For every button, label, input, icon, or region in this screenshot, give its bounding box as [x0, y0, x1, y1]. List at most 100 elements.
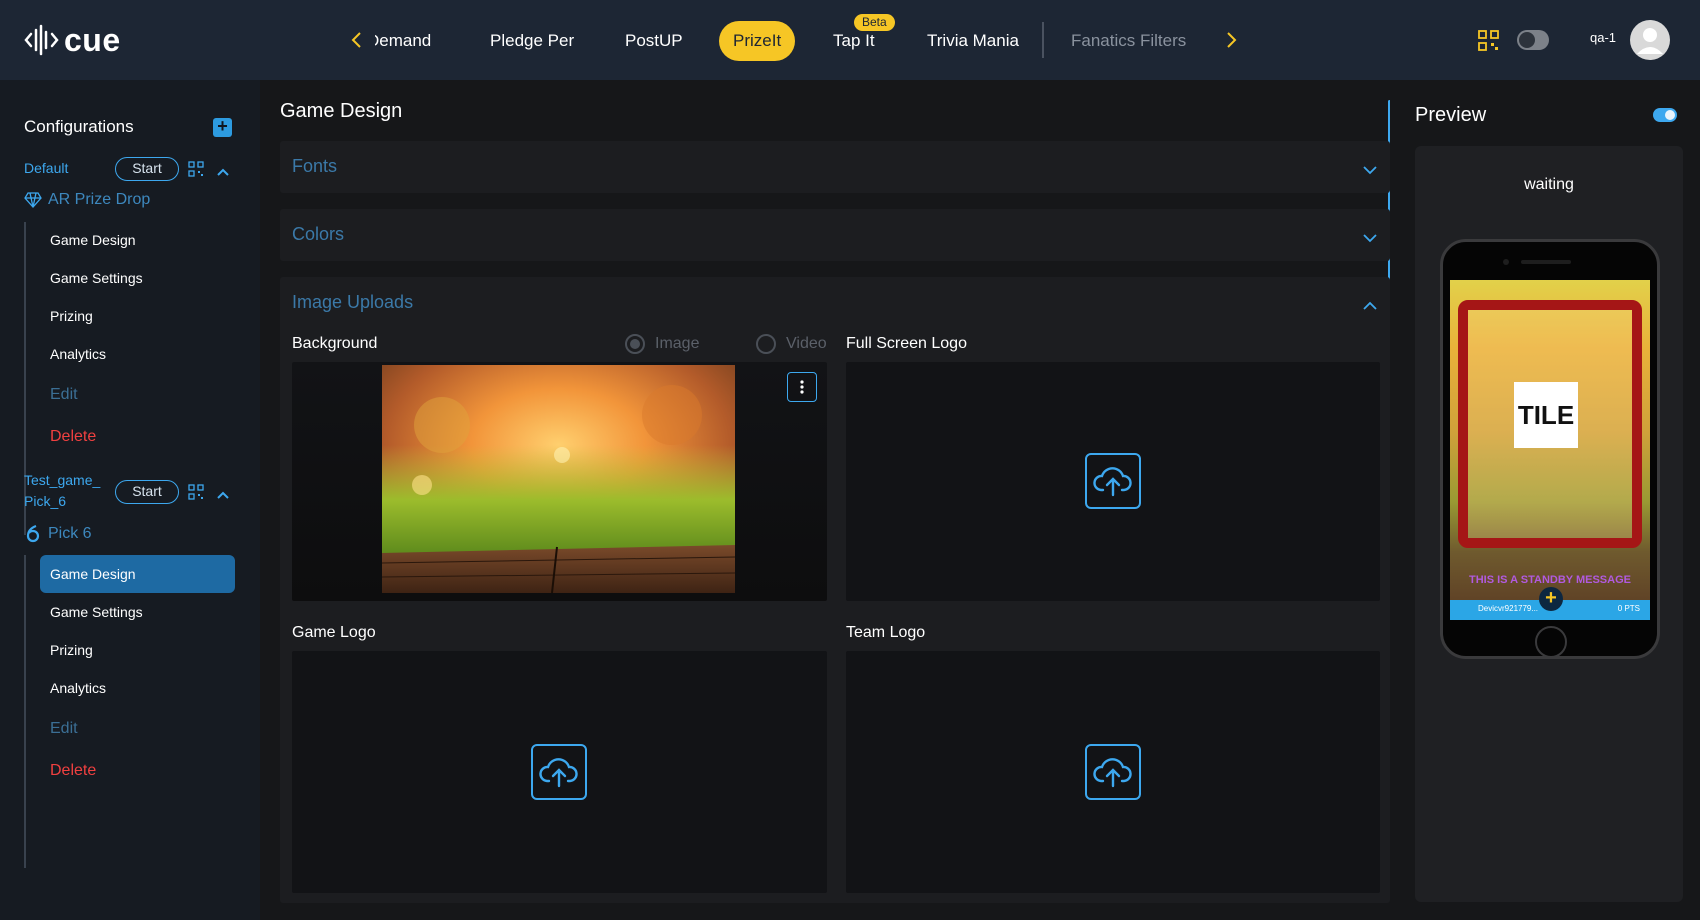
radio-dot: [756, 334, 776, 354]
configurations-sidebar: Configurations + Default Start AR Prize …: [0, 80, 260, 920]
tab-fanatics-filters[interactable]: Fanatics Filters: [1071, 21, 1186, 61]
radio-image[interactable]: Image: [625, 334, 699, 354]
chevron-left-icon: [351, 32, 361, 48]
more-vertical-icon: [800, 380, 804, 394]
menu-game-settings[interactable]: Game Settings: [40, 259, 235, 297]
config-name-line1: Test_game_: [24, 472, 101, 488]
top-navigation-bar: cue Demand Pledge Per PostUP PrizeIt Tap…: [0, 0, 1700, 80]
autumn-forest-image: [382, 365, 735, 593]
collapse-config-button[interactable]: [216, 164, 230, 182]
tab-pledge-per[interactable]: Pledge Per: [490, 21, 574, 61]
standby-message: THIS IS A STANDBY MESSAGE: [1469, 574, 1631, 586]
full-screen-logo-dropzone[interactable]: [846, 362, 1380, 601]
bar-points: 0 PTS: [1617, 604, 1640, 613]
game-logo-dropzone[interactable]: [292, 651, 827, 893]
nav-divider: [1042, 22, 1044, 58]
qr-code-icon: [188, 161, 204, 177]
phone-screen: TILE THIS IS A STANDBY MESSAGE Devicvr92…: [1450, 280, 1650, 620]
radio-label: Image: [655, 335, 700, 352]
menu-analytics[interactable]: Analytics: [40, 335, 235, 373]
chevron-up-icon: [217, 491, 229, 499]
qr-code-icon: [188, 484, 204, 500]
preview-toggle[interactable]: [1653, 108, 1677, 122]
config-qr-button[interactable]: [188, 161, 204, 182]
chevron-down-icon: [1362, 162, 1378, 180]
tree-line: [24, 555, 26, 868]
background-options-button[interactable]: [787, 372, 817, 402]
background-dropzone[interactable]: [292, 362, 827, 601]
upload-button[interactable]: [1085, 744, 1141, 800]
logo-text: cue: [64, 21, 121, 58]
avatar-icon: [1637, 28, 1663, 54]
qr-code-icon: [1478, 30, 1499, 51]
gem-icon: [24, 192, 42, 208]
tab-postup[interactable]: PostUP: [625, 21, 683, 61]
menu-edit[interactable]: Edit: [40, 710, 235, 748]
collapse-section-button[interactable]: [1362, 298, 1378, 316]
menu-edit[interactable]: Edit: [40, 376, 235, 414]
config-name-default[interactable]: Default: [24, 158, 68, 179]
section-fonts[interactable]: Fonts: [280, 141, 1390, 193]
radio-dot: [625, 334, 645, 354]
preview-panel: Preview waiting TILE THIS IS A STANDBY M…: [1390, 80, 1700, 920]
menu-prizing[interactable]: Prizing: [40, 297, 235, 335]
beta-badge: Beta: [854, 14, 895, 31]
nav-prev-button[interactable]: [342, 26, 370, 54]
section-colors[interactable]: Colors: [280, 209, 1390, 261]
game-label-pick6[interactable]: Pick 6: [24, 524, 92, 544]
upload-button[interactable]: [1085, 453, 1141, 509]
chevron-up-icon: [217, 168, 229, 176]
background-thumbnail: [382, 365, 735, 593]
menu-game-design-active[interactable]: Game Design: [40, 555, 235, 593]
tab-trivia-mania[interactable]: Trivia Mania: [927, 21, 1019, 61]
tab-demand[interactable]: Demand: [375, 21, 431, 61]
team-logo-label: Team Logo: [846, 624, 926, 641]
cloud-upload-icon: [539, 758, 578, 788]
theme-toggle[interactable]: [1517, 30, 1549, 50]
qr-code-button[interactable]: [1478, 30, 1500, 57]
preview-card: waiting TILE THIS IS A STANDBY MESSAGE D…: [1415, 146, 1683, 902]
add-configuration-button[interactable]: +: [213, 116, 232, 137]
section-image-uploads: Image Uploads Background Image Video Ful…: [280, 277, 1390, 903]
game-logo-label: Game Logo: [292, 624, 376, 641]
plus-icon: +: [217, 116, 228, 136]
bar-user: Devicvr921779...: [1478, 604, 1539, 613]
nav-next-button[interactable]: [1218, 26, 1246, 54]
menu-prizing[interactable]: Prizing: [40, 631, 235, 669]
radio-label: Video: [786, 335, 827, 352]
config-name-pick6[interactable]: Test_game_ Pick_6: [24, 470, 100, 512]
background-label: Background: [292, 335, 378, 352]
preview-title: Preview: [1415, 104, 1487, 126]
six-icon: [26, 524, 40, 543]
sidebar-title: Configurations: [24, 117, 134, 136]
menu-delete[interactable]: Delete: [40, 418, 235, 456]
page-title: Game Design: [280, 100, 403, 122]
menu-analytics[interactable]: Analytics: [40, 669, 235, 707]
game-label-ar-prize-drop[interactable]: AR Prize Drop: [24, 191, 150, 209]
phone-mockup: TILE THIS IS A STANDBY MESSAGE Devicvr92…: [1440, 239, 1660, 659]
speaker: [1521, 260, 1571, 264]
start-button-pick6[interactable]: Start: [115, 480, 179, 504]
collapse-config-button[interactable]: [216, 487, 230, 505]
full-screen-logo-label: Full Screen Logo: [846, 335, 967, 352]
upload-button[interactable]: [531, 744, 587, 800]
menu-game-design[interactable]: Game Design: [40, 221, 235, 259]
menu-delete[interactable]: Delete: [40, 752, 235, 790]
camera: [1503, 259, 1509, 265]
start-button-default[interactable]: Start: [115, 157, 179, 181]
radio-video[interactable]: Video: [756, 334, 827, 354]
section-title: Colors: [292, 224, 345, 244]
cue-logo[interactable]: cue: [24, 22, 121, 58]
tab-prizeit[interactable]: PrizeIt: [719, 21, 796, 61]
menu-game-settings[interactable]: Game Settings: [40, 593, 235, 631]
home-button: [1535, 626, 1567, 658]
cloud-upload-icon: [1093, 758, 1132, 788]
avatar[interactable]: [1630, 20, 1670, 60]
config-qr-button[interactable]: [188, 484, 204, 505]
team-logo-dropzone[interactable]: [846, 651, 1380, 893]
section-title[interactable]: Image Uploads: [292, 292, 413, 313]
user-name: qa-1: [1590, 30, 1617, 45]
tile: TILE: [1514, 382, 1578, 448]
section-title: Fonts: [292, 156, 338, 176]
plus-icon: +: [1539, 587, 1563, 611]
